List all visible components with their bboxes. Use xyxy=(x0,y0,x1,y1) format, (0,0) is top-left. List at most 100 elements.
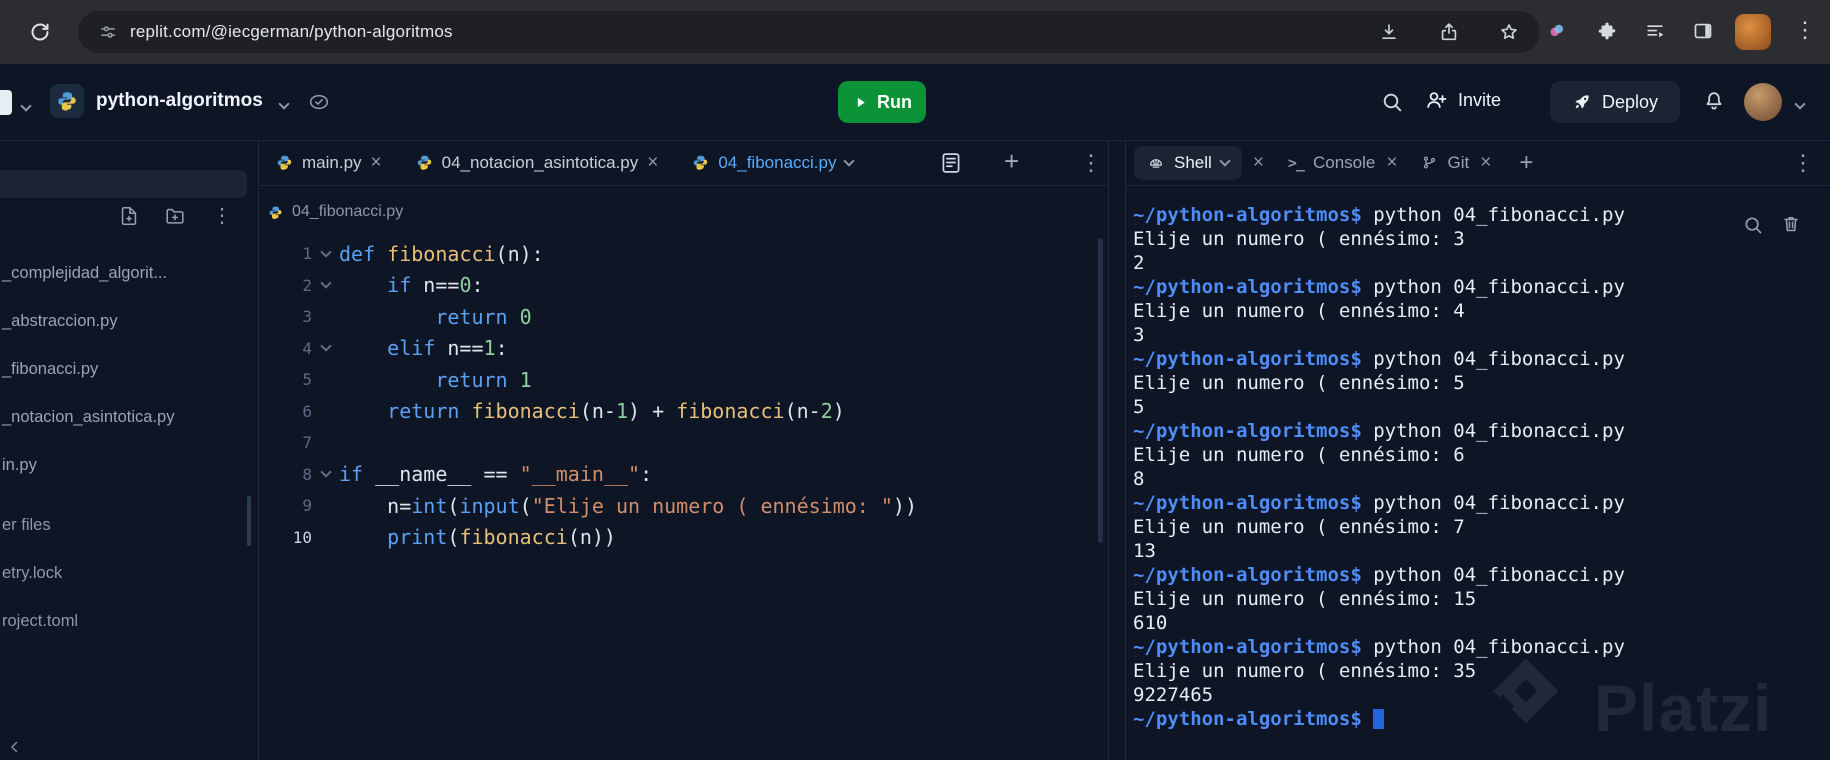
terminal-line: 3 xyxy=(1133,323,1625,347)
browser-menu-icon[interactable]: ⋮ xyxy=(1794,17,1816,43)
python-file-icon xyxy=(417,155,431,170)
deploy-button[interactable]: Deploy xyxy=(1550,81,1680,123)
code-text: return fibonacci(n-1) + fibonacci(n-2) xyxy=(387,399,845,424)
editor-right-divider[interactable] xyxy=(1108,140,1109,760)
download-icon[interactable] xyxy=(1378,21,1400,43)
extension-colored-icon[interactable] xyxy=(1546,20,1568,42)
fold-chevron-icon[interactable] xyxy=(312,277,339,289)
python-file-icon xyxy=(277,155,292,170)
side-panel-icon[interactable] xyxy=(1692,20,1714,42)
files-menu-icon[interactable]: ⋮ xyxy=(212,203,232,227)
terminal-text: Elije un numero ( ennésimo: 3 xyxy=(1133,228,1465,250)
cutoff-logo xyxy=(0,90,12,115)
tab-label: Shell xyxy=(1174,152,1212,172)
file-preview-icon[interactable] xyxy=(938,150,964,176)
close-tab-icon[interactable]: × xyxy=(1386,152,1397,174)
chevron-down-icon[interactable] xyxy=(1794,98,1806,110)
code-line[interactable]: 9 n=int(input("Elije un numero ( ennésim… xyxy=(259,490,917,522)
tab-console[interactable]: >_ Console xyxy=(1288,153,1375,173)
code-line[interactable]: 1 def fibonacci(n): xyxy=(259,238,917,270)
code-lines: 1 def fibonacci(n): 2 if n==0: 3 return 04 … xyxy=(259,238,917,553)
tab-shell[interactable]: Shell xyxy=(1134,145,1242,180)
terminal-cursor[interactable] xyxy=(1373,709,1385,729)
chevron-down-icon[interactable] xyxy=(20,100,32,112)
file-list-secondary: er files etry.lock roject.toml xyxy=(0,501,252,645)
reload-icon[interactable] xyxy=(28,20,52,44)
file-item[interactable]: _notacion_asintotica.py xyxy=(0,393,252,441)
site-settings-icon[interactable] xyxy=(98,22,118,42)
tab-04-fibonacci-py[interactable]: 04_fibonacci.py xyxy=(675,140,870,185)
git-branch-icon xyxy=(1421,154,1438,171)
file-item[interactable]: in.py xyxy=(0,441,252,489)
browser-profile-avatar[interactable] xyxy=(1735,14,1771,50)
search-icon[interactable] xyxy=(1380,90,1404,114)
file-list: _complejidad_algorit... _abstraccion.py _f… xyxy=(0,249,252,489)
terminal-left-divider[interactable] xyxy=(1125,140,1126,760)
dock-tools-icon[interactable] xyxy=(6,738,24,756)
reading-list-icon[interactable] xyxy=(1644,20,1666,42)
code-line[interactable]: 10 print(fibonacci(n)) xyxy=(259,522,917,554)
sidebar-scrollbar[interactable] xyxy=(247,496,251,546)
tab-git[interactable]: Git xyxy=(1421,153,1469,173)
editor-scrollbar[interactable] xyxy=(1098,238,1103,543)
code-line[interactable]: 4 elif n==1: xyxy=(259,333,917,365)
chevron-down-icon[interactable] xyxy=(278,98,290,110)
code-line[interactable]: 6 return fibonacci(n-1) + fibonacci(n-2) xyxy=(259,396,917,428)
terminal-line: ~/python-algoritmos$ python 04_fibonacci… xyxy=(1133,563,1625,587)
user-avatar[interactable] xyxy=(1744,83,1782,121)
repl-status-icon[interactable] xyxy=(306,90,332,114)
chevron-down-icon[interactable] xyxy=(1219,154,1231,167)
terminal-line: 8 xyxy=(1133,467,1625,491)
close-tab-icon[interactable]: × xyxy=(1253,152,1264,174)
terminal-line: Elije un numero ( ennésimo: 35 xyxy=(1133,659,1625,683)
sidebar-header-bar[interactable] xyxy=(0,170,247,198)
fold-chevron-icon[interactable] xyxy=(312,246,339,258)
terminal-line: ~/python-algoritmos$ python 04_fibonacci… xyxy=(1133,347,1625,371)
tab-04-notacion-asintotica-py[interactable]: 04_notacion_asintotica.py × xyxy=(399,140,676,185)
fold-chevron-icon[interactable] xyxy=(312,466,339,478)
file-item[interactable]: etry.lock xyxy=(0,549,252,597)
terminal-prompt: ~/python-algoritmos$ xyxy=(1133,636,1362,658)
line-number: 9 xyxy=(302,496,312,516)
terminal-menu-icon[interactable]: ⋮ xyxy=(1792,150,1814,176)
file-item[interactable]: _abstraccion.py xyxy=(0,297,252,345)
notifications-bell-icon[interactable] xyxy=(1702,89,1726,113)
new-folder-icon[interactable] xyxy=(164,205,186,227)
chevron-down-icon[interactable] xyxy=(843,154,856,167)
file-item[interactable]: roject.toml xyxy=(0,597,252,645)
code-line[interactable]: 2 if n==0: xyxy=(259,270,917,302)
url-bar[interactable]: replit.com/@iecgerman/python-algoritmos xyxy=(78,11,1540,53)
code-line[interactable]: 5 return 1 xyxy=(259,364,917,396)
terminal-trash-icon[interactable] xyxy=(1780,213,1802,235)
project-title[interactable]: python-algoritmos xyxy=(96,90,263,112)
extensions-puzzle-icon[interactable] xyxy=(1596,20,1618,42)
line-number: 5 xyxy=(302,370,312,390)
run-button[interactable]: Run xyxy=(838,81,926,123)
code-editor[interactable]: 1 def fibonacci(n): 2 if n==0: 3 return 04 … xyxy=(259,238,917,553)
close-tab-icon[interactable]: × xyxy=(371,153,382,172)
repl-python-icon[interactable] xyxy=(50,84,84,118)
code-line[interactable]: 3 return 0 xyxy=(259,301,917,333)
fold-chevron-icon[interactable] xyxy=(312,340,339,352)
editor-menu-icon[interactable]: ⋮ xyxy=(1080,150,1102,176)
file-item[interactable]: _fibonacci.py xyxy=(0,345,252,393)
file-item[interactable]: _complejidad_algorit... xyxy=(0,249,252,297)
new-tab-icon[interactable]: + xyxy=(1004,146,1019,177)
terminal-search-icon[interactable] xyxy=(1742,214,1764,236)
terminal-text: 610 xyxy=(1133,612,1168,634)
invite-button[interactable]: Invite xyxy=(1424,88,1501,112)
close-tab-icon[interactable]: × xyxy=(1480,152,1491,174)
new-terminal-tab-icon[interactable]: + xyxy=(1519,149,1533,177)
file-item[interactable]: er files xyxy=(0,501,252,549)
code-line[interactable]: 7 xyxy=(259,427,917,459)
tab-main-py[interactable]: main.py × xyxy=(259,140,399,185)
terminal-text: 9227465 xyxy=(1133,684,1214,706)
bookmark-star-icon[interactable] xyxy=(1498,21,1520,43)
terminal-output[interactable]: ~/python-algoritmos$ python 04_fibonacci… xyxy=(1133,203,1625,731)
new-file-icon[interactable] xyxy=(118,205,140,227)
tab-label: Git xyxy=(1447,152,1470,172)
terminal-text: python 04_fibonacci.py xyxy=(1361,420,1625,442)
code-line[interactable]: 8 if __name__ == "__main__": xyxy=(259,459,917,491)
close-tab-icon[interactable]: × xyxy=(647,153,658,172)
share-icon[interactable] xyxy=(1438,21,1460,43)
